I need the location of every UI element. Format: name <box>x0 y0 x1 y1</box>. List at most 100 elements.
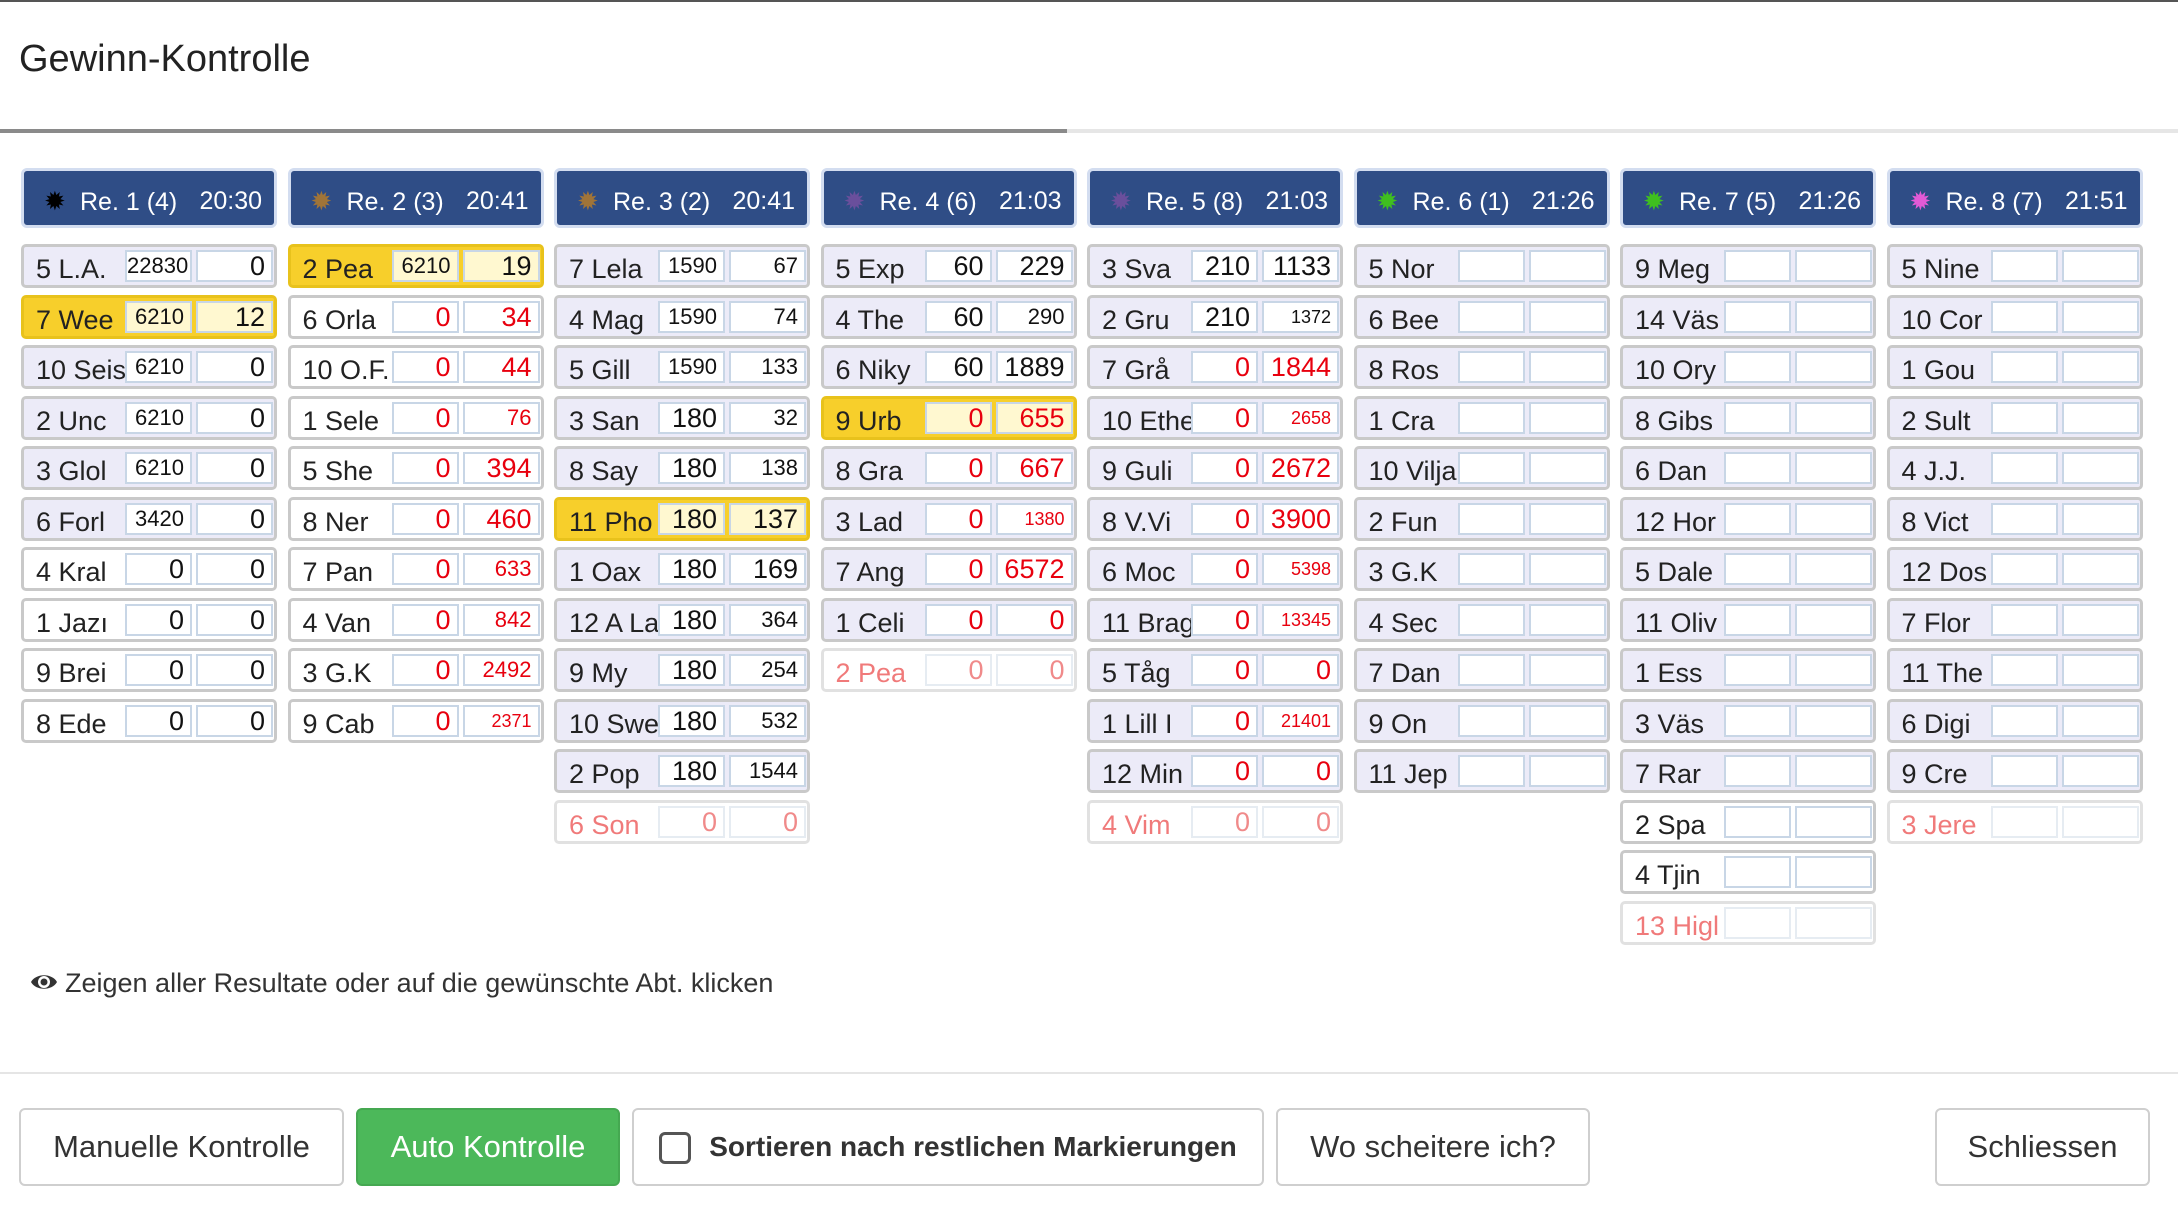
horse-row[interactable]: 11 Oliv <box>1620 597 1876 642</box>
horse-row[interactable]: 6 Dan <box>1620 446 1876 490</box>
horse-row[interactable]: 6 Bee <box>1353 294 1610 339</box>
sort-remaining-toggle[interactable]: Sortieren nach restlichen Markierungen <box>632 1108 1264 1186</box>
horse-row[interactable]: 2 Sult <box>1886 395 2143 440</box>
horse-row[interactable]: 3 Lad 0 1380 <box>820 496 1077 541</box>
horse-row[interactable]: 2 Unc 6210 0 <box>21 395 277 440</box>
horse-row[interactable]: 2 Pop 180 1544 <box>554 749 810 793</box>
horse-row[interactable]: 12 Min 0 0 <box>1087 749 1343 793</box>
race-header-2[interactable]: ✹ Re. 2 (3) 20:41 <box>287 168 544 228</box>
close-button[interactable]: Schliessen <box>1935 1108 2150 1186</box>
race-header-5[interactable]: ✹ Re. 5 (8) 21:03 <box>1087 168 1343 228</box>
horse-row[interactable]: 6 Son 0 0 <box>554 799 810 844</box>
horse-row[interactable]: 6 Moc 0 5398 <box>1087 547 1343 591</box>
horse-row[interactable]: 9 Cre <box>1886 749 2143 793</box>
horse-row[interactable]: 6 Forl 3420 0 <box>21 496 277 541</box>
horse-row[interactable]: 1 Jazı 0 0 <box>21 597 277 642</box>
horse-row[interactable]: 1 Oax 180 169 <box>554 547 810 591</box>
horse-row[interactable]: 13 Higl <box>1620 900 1876 945</box>
horse-row[interactable]: 7 Pan 0 633 <box>287 547 544 591</box>
manual-control-button[interactable]: Manuelle Kontrolle <box>19 1108 344 1186</box>
horse-row[interactable]: 2 Gru 210 1372 <box>1087 294 1343 339</box>
horse-row[interactable]: 4 J.J. <box>1886 446 2143 490</box>
horse-row[interactable]: 6 Orla 0 34 <box>287 294 544 339</box>
horse-row[interactable]: 7 Lela 1590 67 <box>554 244 810 288</box>
horse-row[interactable]: 4 Van 0 842 <box>287 597 544 642</box>
horse-row[interactable]: 3 Väs <box>1620 698 1876 743</box>
horse-row[interactable]: 9 Brei 0 0 <box>21 648 277 692</box>
horse-row[interactable]: 1 Cra <box>1353 395 1610 440</box>
horse-row[interactable]: 2 Pea 0 0 <box>820 648 1077 692</box>
horse-row[interactable]: 8 Ner 0 460 <box>287 496 544 541</box>
horse-row[interactable]: 7 Grå 0 1844 <box>1087 345 1343 389</box>
sort-checkbox[interactable] <box>659 1132 692 1164</box>
horse-row[interactable]: 8 V.Vi 0 3900 <box>1087 496 1343 541</box>
horse-row[interactable]: 7 Rar <box>1620 749 1876 793</box>
horse-row[interactable]: 1 Sele 0 76 <box>287 395 544 440</box>
horse-row[interactable]: 10 Ory <box>1620 345 1876 389</box>
race-header-7[interactable]: ✹ Re. 7 (5) 21:26 <box>1620 168 1876 228</box>
race-header-4[interactable]: ✹ Re. 4 (6) 21:03 <box>820 168 1077 228</box>
horse-row[interactable]: 8 Vict <box>1886 496 2143 541</box>
race-header-6[interactable]: ✹ Re. 6 (1) 21:26 <box>1353 168 1610 228</box>
horse-row[interactable]: 3 Glol 6210 0 <box>21 446 277 490</box>
horse-row[interactable]: 10 Seis 6210 0 <box>21 345 277 389</box>
horse-row[interactable]: 8 Ros <box>1353 345 1610 389</box>
where-fail-button[interactable]: Wo scheitere ich? <box>1276 1108 1590 1186</box>
horse-row[interactable]: 12 Dos <box>1886 547 2143 591</box>
horse-row[interactable]: 7 Flor <box>1886 597 2143 642</box>
race-header-1[interactable]: ✹ Re. 1 (4) 20:30 <box>21 168 277 228</box>
horse-row[interactable]: 4 Mag 1590 74 <box>554 294 810 339</box>
horse-row[interactable]: 10 Ethe 0 2658 <box>1087 395 1343 440</box>
horse-row[interactable]: 10 Vilja <box>1353 446 1610 490</box>
horse-row[interactable]: 10 O.F. 0 44 <box>287 345 544 389</box>
horse-row[interactable]: 4 Kral 0 0 <box>21 547 277 591</box>
horse-row[interactable]: 7 Ang 0 6572 <box>820 547 1077 591</box>
horse-row[interactable]: 12 A La 180 364 <box>554 597 810 642</box>
horse-row[interactable]: 10 Cor <box>1886 294 2143 339</box>
horse-row[interactable]: 4 The 60 290 <box>820 294 1077 339</box>
horse-row[interactable]: 3 G.K 0 2492 <box>287 648 544 692</box>
horse-row[interactable]: 5 Dale <box>1620 547 1876 591</box>
horse-row[interactable]: 8 Ede 0 0 <box>21 698 277 743</box>
horse-row[interactable]: 1 Ess <box>1620 648 1876 692</box>
horse-row[interactable]: 6 Digi <box>1886 698 2143 743</box>
horse-row[interactable]: 9 On <box>1353 698 1610 743</box>
horse-row[interactable]: 5 Gill 1590 133 <box>554 345 810 389</box>
horse-row[interactable]: 14 Väs <box>1620 294 1876 339</box>
horse-row[interactable]: 3 G.K <box>1353 547 1610 591</box>
horse-row[interactable]: 11 Jep <box>1353 749 1610 793</box>
horse-row[interactable]: 9 My 180 254 <box>554 648 810 692</box>
horse-row[interactable]: 11 Brag 0 13345 <box>1087 597 1343 642</box>
horse-row[interactable]: 4 Vim 0 0 <box>1087 799 1343 844</box>
horse-row[interactable]: 1 Celi 0 0 <box>820 597 1077 642</box>
race-header-8[interactable]: ✹ Re. 8 (7) 21:51 <box>1886 168 2143 228</box>
horse-row[interactable]: 7 Dan <box>1353 648 1610 692</box>
horse-row[interactable]: 4 Tjin <box>1620 850 1876 894</box>
horse-row[interactable]: 7 Wee 6210 12 <box>21 294 277 339</box>
horse-row[interactable]: 11 The <box>1886 648 2143 692</box>
auto-control-button[interactable]: Auto Kontrolle <box>356 1108 620 1186</box>
horse-row[interactable]: 3 Sva 210 1133 <box>1087 244 1343 288</box>
horse-row[interactable]: 9 Guli 0 2672 <box>1087 446 1343 490</box>
horse-row[interactable]: 5 L.A. 22830 0 <box>21 244 277 288</box>
horse-row[interactable]: 2 Fun <box>1353 496 1610 541</box>
horse-row[interactable]: 8 Gra 0 667 <box>820 446 1077 490</box>
horse-row[interactable]: 1 Lill I 0 21401 <box>1087 698 1343 743</box>
horse-row[interactable]: 3 Jere <box>1886 799 2143 844</box>
horse-row[interactable]: 10 Swe 180 532 <box>554 698 810 743</box>
horse-row[interactable]: 5 Nor <box>1353 244 1610 288</box>
horse-row[interactable]: 2 Pea 6210 19 <box>287 244 544 288</box>
horse-row[interactable]: 6 Niky 60 1889 <box>820 345 1077 389</box>
horse-row[interactable]: 4 Sec <box>1353 597 1610 642</box>
horse-row[interactable]: 2 Spa <box>1620 799 1876 844</box>
race-header-3[interactable]: ✹ Re. 3 (2) 20:41 <box>554 168 810 228</box>
horse-row[interactable]: 1 Gou <box>1886 345 2143 389</box>
horse-row[interactable]: 11 Pho 180 137 <box>554 496 810 541</box>
horse-row[interactable]: 9 Urb 0 655 <box>820 395 1077 440</box>
horse-row[interactable]: 12 Hor <box>1620 496 1876 541</box>
horse-row[interactable]: 3 San 180 32 <box>554 395 810 440</box>
horse-row[interactable]: 9 Meg <box>1620 244 1876 288</box>
horse-row[interactable]: 8 Say 180 138 <box>554 446 810 490</box>
horse-row[interactable]: 5 Nine <box>1886 244 2143 288</box>
horse-row[interactable]: 5 She 0 394 <box>287 446 544 490</box>
